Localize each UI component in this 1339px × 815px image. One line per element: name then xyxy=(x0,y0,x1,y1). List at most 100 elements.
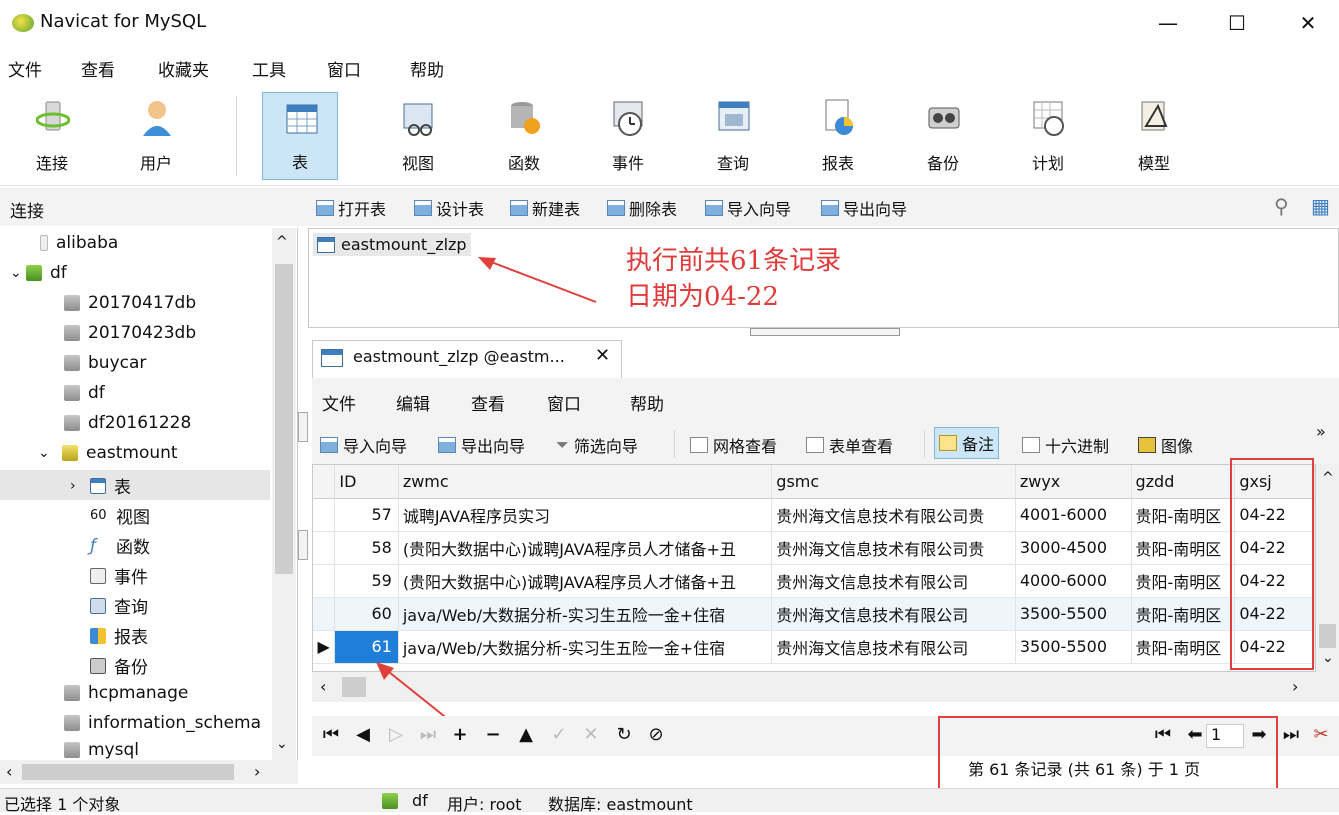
tree-horizontal-scrollbar[interactable]: ‹ › xyxy=(0,760,298,784)
tree-hscroll-thumb[interactable] xyxy=(22,764,234,780)
toolbar-query-button[interactable]: 查询 xyxy=(695,92,771,180)
toolbar-table-button[interactable]: 表 xyxy=(262,92,338,180)
table-row[interactable]: 60 java/Web/大数据分析-实习生五险一金+住宿 贵州海文信息技术有限公… xyxy=(313,597,1315,631)
tree-vertical-scrollbar[interactable]: ^ ⌄ xyxy=(272,228,296,760)
tree-item-df[interactable]: df xyxy=(64,383,105,403)
cell-zwyx[interactable]: 4001-6000 xyxy=(1015,498,1132,532)
cell-gsmc[interactable]: 贵州海文信息技术有限公司贵 xyxy=(771,531,1016,565)
scroll-right-icon[interactable]: › xyxy=(1292,677,1298,696)
column-header-gsmc[interactable]: gsmc xyxy=(771,465,1016,499)
toolbar-model-button[interactable]: 模型 xyxy=(1116,92,1192,180)
column-header-id[interactable]: ID xyxy=(334,465,399,499)
grid-export-wizard-button[interactable]: 导出向导 xyxy=(438,433,525,457)
toolbar-overflow-icon[interactable]: » xyxy=(1316,422,1326,441)
cell-id[interactable]: 59 xyxy=(334,564,399,598)
cell-zwmc[interactable]: 诚聘JAVA程序员实习 xyxy=(398,498,773,532)
cell-gsmc[interactable]: 贵州海文信息技术有限公司 xyxy=(771,630,1016,664)
design-table-button[interactable]: 设计表 xyxy=(414,196,484,220)
cell-gzdd[interactable]: 贵阳-南明区 xyxy=(1131,531,1236,565)
tree-item-reports[interactable]: 报表 xyxy=(90,623,148,648)
grid-import-wizard-button[interactable]: 导入向导 xyxy=(320,433,407,457)
scroll-left-icon[interactable]: ‹ xyxy=(6,762,12,781)
last-page-icon[interactable]: ⏭ xyxy=(1280,724,1302,745)
tree-item-events[interactable]: 事件 xyxy=(90,563,148,588)
tab-close-icon[interactable]: ✕ xyxy=(595,345,610,366)
pane-splitter[interactable] xyxy=(750,328,900,336)
tree-item-buycar[interactable]: buycar xyxy=(64,353,146,373)
import-wizard-button[interactable]: 导入向导 xyxy=(705,196,791,220)
scroll-left-icon[interactable]: ‹ xyxy=(320,677,326,696)
delete-record-icon[interactable]: − xyxy=(482,724,504,745)
tree-item-information-schema[interactable]: information_schema xyxy=(64,713,261,733)
table-row[interactable]: 59 (贵阳大数据中心)诚聘JAVA程序员人才储备+丑 贵州海文信息技术有限公司… xyxy=(313,564,1315,598)
cell-gzdd[interactable]: 贵阳-南明区 xyxy=(1131,630,1236,664)
tree-item-backups[interactable]: 备份 xyxy=(90,653,148,678)
cell-gsmc[interactable]: 贵州海文信息技术有限公司 xyxy=(771,564,1016,598)
grid-vertical-scrollbar[interactable]: ^ ⌄ xyxy=(1316,464,1339,672)
menu-window[interactable]: 窗口 xyxy=(327,56,361,81)
scroll-down-icon[interactable]: ⌄ xyxy=(1322,650,1334,666)
cell-zwmc[interactable]: (贵阳大数据中心)诚聘JAVA程序员人才储备+丑 xyxy=(398,531,773,565)
table-row[interactable]: 58 (贵阳大数据中心)诚聘JAVA程序员人才储备+丑 贵州海文信息技术有限公司… xyxy=(313,531,1315,565)
tree-scroll-thumb[interactable] xyxy=(275,264,293,574)
tree-item-functions[interactable]: ƒ 函数 xyxy=(90,533,150,559)
column-header-zwmc[interactable]: zwmc xyxy=(398,465,773,499)
tree-item-alibaba[interactable]: alibaba xyxy=(40,233,118,253)
tree-item-eastmount[interactable]: ⌄ eastmount xyxy=(38,443,178,463)
minimize-button[interactable]: — xyxy=(1145,8,1191,38)
sub-menu-view[interactable]: 查看 xyxy=(471,390,505,415)
cell-id[interactable]: 61 xyxy=(334,630,399,664)
close-button[interactable]: ✕ xyxy=(1285,8,1331,38)
column-header-zwyx[interactable]: zwyx xyxy=(1015,465,1132,499)
toolbar-event-button[interactable]: 事件 xyxy=(590,92,666,180)
filter-wizard-button[interactable]: ⏷ 筛选向导 xyxy=(556,433,638,457)
image-button[interactable]: 图像 xyxy=(1138,433,1193,457)
open-table-button[interactable]: 打开表 xyxy=(316,196,386,220)
prev-record-icon[interactable]: ◀ xyxy=(352,724,374,745)
menu-help[interactable]: 帮助 xyxy=(410,56,444,81)
cell-zwyx[interactable]: 3500-5500 xyxy=(1015,630,1132,664)
maximize-button[interactable]: ☐ xyxy=(1214,8,1260,38)
tree-item-20170417db[interactable]: 20170417db xyxy=(64,293,196,313)
tree-item-tables[interactable]: › 表 xyxy=(70,473,131,498)
scroll-up-icon[interactable]: ^ xyxy=(1322,470,1334,486)
scroll-right-icon[interactable]: › xyxy=(254,762,260,781)
tree-item-queries[interactable]: 查询 xyxy=(90,593,148,618)
view-grid-icon[interactable]: ▦ xyxy=(1311,194,1330,218)
delete-table-button[interactable]: 删除表 xyxy=(607,196,677,220)
form-view-button[interactable]: 表单查看 xyxy=(806,433,893,457)
tree-item-views[interactable]: 60 视图 xyxy=(90,503,150,528)
cell-zwyx[interactable]: 3000-4500 xyxy=(1015,531,1132,565)
toolbar-connect-button[interactable]: 连接 xyxy=(14,92,90,180)
sub-menu-edit[interactable]: 编辑 xyxy=(396,390,430,415)
search-icon[interactable]: ⚲ xyxy=(1274,194,1289,218)
scroll-down-icon[interactable]: ⌄ xyxy=(276,736,288,752)
cell-id[interactable]: 60 xyxy=(334,597,399,631)
cell-zwmc[interactable]: java/Web/大数据分析-实习生五险一金+住宿 xyxy=(398,630,773,664)
tree-item-df-connection[interactable]: ⌄ df xyxy=(10,263,67,283)
grid-scroll-thumb[interactable] xyxy=(1319,624,1336,648)
cell-id[interactable]: 57 xyxy=(334,498,399,532)
cell-gzdd[interactable]: 贵阳-南明区 xyxy=(1131,564,1236,598)
cell-gsmc[interactable]: 贵州海文信息技术有限公司 xyxy=(771,597,1016,631)
cell-gzdd[interactable]: 贵阳-南明区 xyxy=(1131,498,1236,532)
row-indicator[interactable] xyxy=(313,564,336,598)
toolbar-function-button[interactable]: 函数 xyxy=(486,92,562,180)
table-tab[interactable]: eastmount_zlzp @eastm... ✕ xyxy=(312,340,622,378)
toolbar-report-button[interactable]: 报表 xyxy=(800,92,876,180)
menu-favorites[interactable]: 收藏夹 xyxy=(158,56,209,81)
new-table-button[interactable]: 新建表 xyxy=(510,196,580,220)
scroll-up-icon[interactable]: ^ xyxy=(276,234,288,250)
sub-menu-help[interactable]: 帮助 xyxy=(630,390,664,415)
column-header-gzdd[interactable]: gzdd xyxy=(1131,465,1236,499)
tree-item-20170423db[interactable]: 20170423db xyxy=(64,323,196,343)
current-row-pointer-icon[interactable]: ▶ xyxy=(313,630,336,664)
row-indicator[interactable] xyxy=(313,498,336,532)
toolbar-schedule-button[interactable]: 计划 xyxy=(1010,92,1086,180)
cell-zwyx[interactable]: 3500-5500 xyxy=(1015,597,1132,631)
table-row-current[interactable]: ▶ 61 java/Web/大数据分析-实习生五险一金+住宿 贵州海文信息技术有… xyxy=(313,630,1315,664)
sub-menu-file[interactable]: 文件 xyxy=(322,390,356,415)
move-up-icon[interactable]: ▲ xyxy=(515,724,537,745)
export-wizard-button[interactable]: 导出向导 xyxy=(821,196,907,220)
add-record-icon[interactable]: + xyxy=(449,724,471,745)
